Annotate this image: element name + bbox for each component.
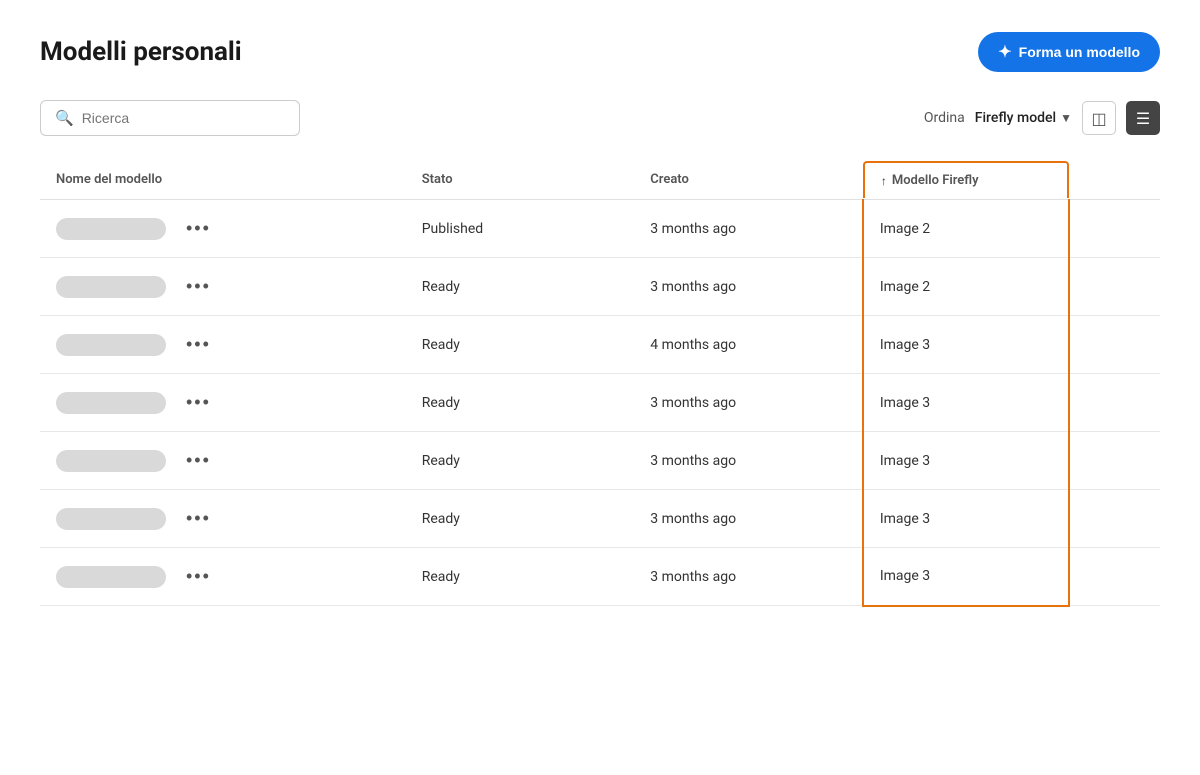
cell-stato: Published (406, 200, 635, 258)
cell-name: ••• (40, 432, 406, 490)
cell-extra (1069, 258, 1160, 316)
cell-creato: 4 months ago (634, 316, 863, 374)
more-options-button[interactable]: ••• (178, 564, 219, 589)
col-header-name: Nome del modello (40, 160, 406, 200)
cell-firefly: Image 3 (863, 490, 1069, 548)
col-header-stato: Stato (406, 160, 635, 200)
models-table: Nome del modello Stato Creato ↑ Modello … (40, 160, 1160, 607)
cell-creato: 3 months ago (634, 548, 863, 606)
more-options-button[interactable]: ••• (178, 390, 219, 415)
sort-label: Ordina (924, 110, 965, 126)
name-cell-content: ••• (56, 448, 390, 473)
cell-creato: 3 months ago (634, 432, 863, 490)
table-row: ••• Ready3 months agoImage 3 (40, 432, 1160, 490)
page-title: Modelli personali (40, 37, 242, 67)
cell-stato: Ready (406, 490, 635, 548)
cell-firefly: Image 3 (863, 316, 1069, 374)
name-cell-content: ••• (56, 506, 390, 531)
cell-name: ••• (40, 490, 406, 548)
more-options-button[interactable]: ••• (178, 506, 219, 531)
name-cell-content: ••• (56, 390, 390, 415)
toolbar: 🔍 Ordina Firefly model ▼ ◫ ☰ (40, 100, 1160, 136)
more-options-button[interactable]: ••• (178, 274, 219, 299)
search-icon: 🔍 (55, 109, 74, 127)
col-header-firefly: ↑ Modello Firefly (863, 160, 1069, 200)
cell-name: ••• (40, 316, 406, 374)
cell-name: ••• (40, 374, 406, 432)
cell-creato: 3 months ago (634, 258, 863, 316)
search-input[interactable] (82, 110, 285, 126)
grid-icon: ◫ (1091, 109, 1106, 128)
model-name-pill (56, 566, 166, 588)
cell-extra (1069, 548, 1160, 606)
name-cell-content: ••• (56, 274, 390, 299)
name-cell-content: ••• (56, 332, 390, 357)
table-row: ••• Published3 months agoImage 2 (40, 200, 1160, 258)
create-model-button[interactable]: ✦ Forma un modello (978, 32, 1160, 72)
col-header-extra (1069, 160, 1160, 200)
sort-dropdown[interactable]: Firefly model ▼ (975, 110, 1072, 126)
model-name-pill (56, 334, 166, 356)
name-cell-content: ••• (56, 564, 390, 589)
table-row: ••• Ready3 months agoImage 3 (40, 548, 1160, 606)
model-name-pill (56, 450, 166, 472)
table-row: ••• Ready3 months agoImage 3 (40, 490, 1160, 548)
cell-creato: 3 months ago (634, 490, 863, 548)
firefly-header-box: ↑ Modello Firefly (863, 161, 1069, 198)
cell-stato: Ready (406, 374, 635, 432)
cell-name: ••• (40, 200, 406, 258)
cell-creato: 3 months ago (634, 374, 863, 432)
table-row: ••• Ready3 months agoImage 3 (40, 374, 1160, 432)
create-model-label: Forma un modello (1019, 44, 1140, 60)
cell-extra (1069, 432, 1160, 490)
model-name-pill (56, 218, 166, 240)
cell-firefly: Image 2 (863, 200, 1069, 258)
search-wrapper[interactable]: 🔍 (40, 100, 300, 136)
cell-name: ••• (40, 548, 406, 606)
page-header: Modelli personali ✦ Forma un modello (40, 32, 1160, 72)
cell-extra (1069, 490, 1160, 548)
list-view-button[interactable]: ☰ (1126, 101, 1160, 135)
model-name-pill (56, 276, 166, 298)
cell-firefly: Image 3 (863, 548, 1069, 606)
name-cell-content: ••• (56, 216, 390, 241)
table-row: ••• Ready3 months agoImage 2 (40, 258, 1160, 316)
cell-creato: 3 months ago (634, 200, 863, 258)
chevron-down-icon: ▼ (1060, 111, 1072, 125)
cell-name: ••• (40, 258, 406, 316)
model-name-pill (56, 508, 166, 530)
list-icon: ☰ (1136, 109, 1150, 128)
cell-firefly: Image 3 (863, 374, 1069, 432)
cell-stato: Ready (406, 316, 635, 374)
cell-stato: Ready (406, 258, 635, 316)
sparkle-icon: ✦ (998, 42, 1011, 62)
more-options-button[interactable]: ••• (178, 332, 219, 357)
sort-value: Firefly model (975, 110, 1056, 126)
cell-firefly: Image 3 (863, 432, 1069, 490)
sort-ascending-icon: ↑ (881, 174, 887, 188)
more-options-button[interactable]: ••• (178, 216, 219, 241)
model-name-pill (56, 392, 166, 414)
main-page: Modelli personali ✦ Forma un modello 🔍 O… (0, 0, 1200, 775)
cell-extra (1069, 374, 1160, 432)
more-options-button[interactable]: ••• (178, 448, 219, 473)
cell-stato: Ready (406, 548, 635, 606)
right-toolbar: Ordina Firefly model ▼ ◫ ☰ (924, 101, 1160, 135)
cell-stato: Ready (406, 432, 635, 490)
table-row: ••• Ready4 months agoImage 3 (40, 316, 1160, 374)
cell-firefly: Image 2 (863, 258, 1069, 316)
cell-extra (1069, 200, 1160, 258)
col-header-creato: Creato (634, 160, 863, 200)
cell-extra (1069, 316, 1160, 374)
grid-view-button[interactable]: ◫ (1082, 101, 1116, 135)
table-header-row: Nome del modello Stato Creato ↑ Modello … (40, 160, 1160, 200)
